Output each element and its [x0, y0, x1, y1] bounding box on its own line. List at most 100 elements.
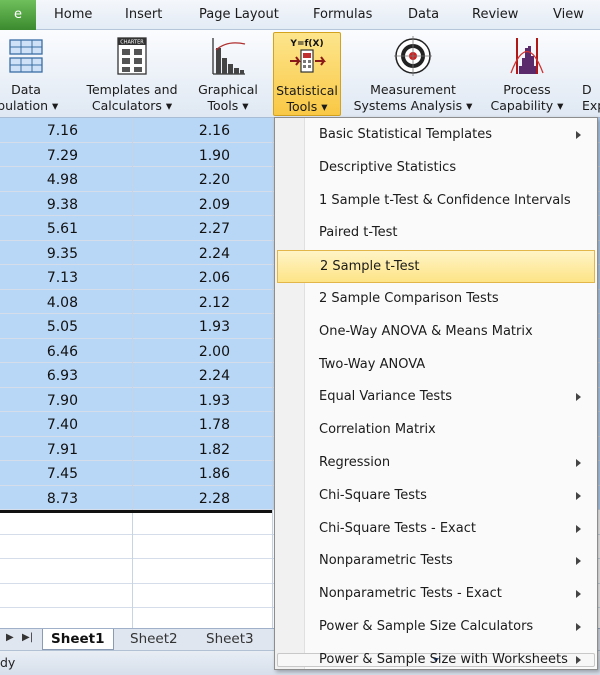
- cell-col-b[interactable]: 1.86: [140, 461, 230, 486]
- statistical-tools-button[interactable]: Y=f(X) Statistical Tools ▾: [273, 32, 341, 116]
- gridline: [132, 118, 133, 628]
- menu-item-equal-variance-tests[interactable]: Equal Variance Tests: [277, 381, 595, 414]
- submenu-arrow-icon: [576, 459, 581, 467]
- cell-col-a[interactable]: 7.29: [0, 143, 78, 168]
- menu-item-correlation-matrix[interactable]: Correlation Matrix: [277, 414, 595, 447]
- menu-item-chi-square-tests-exact[interactable]: Chi-Square Tests - Exact: [277, 513, 595, 546]
- cell-col-a[interactable]: 4.08: [0, 290, 78, 315]
- cell-col-a[interactable]: 7.45: [0, 461, 78, 486]
- cell-col-a[interactable]: 4.98: [0, 167, 78, 192]
- menu-item-label: Power & Sample Size Calculators: [319, 619, 534, 634]
- statistical-label-1: Statistical: [276, 83, 338, 98]
- menu-item-2-sample-t-test[interactable]: 2 Sample t-Test: [277, 250, 595, 283]
- yfx-function-icon: Y=f(X): [289, 39, 326, 73]
- cell-col-b[interactable]: 2.20: [140, 167, 230, 192]
- cell-col-b[interactable]: 1.93: [140, 314, 230, 339]
- submenu-arrow-icon: [576, 623, 581, 631]
- sheet-tab-sheet1[interactable]: Sheet1: [42, 629, 114, 650]
- doe-button[interactable]: D Exp: [580, 32, 600, 116]
- menu-item-nonparametric-tests[interactable]: Nonparametric Tests: [277, 545, 595, 578]
- status-text: dy: [0, 655, 16, 670]
- yfx-icon-text: Y=f(X): [289, 39, 323, 49]
- scroll-tabs-next-icon[interactable]: ▶: [6, 632, 14, 643]
- tab-page-layout[interactable]: Page Layout: [199, 0, 279, 30]
- menu-item-label: Basic Statistical Templates: [319, 127, 493, 142]
- cell-col-b[interactable]: 2.27: [140, 216, 230, 241]
- cell-col-a[interactable]: 7.13: [0, 265, 78, 290]
- tab-formulas[interactable]: Formulas: [313, 0, 372, 30]
- cell-col-a[interactable]: 8.73: [0, 486, 78, 511]
- graphical-tools-button[interactable]: Graphical Tools ▾: [190, 32, 266, 116]
- menu-item-paired-t-test[interactable]: Paired t-Test: [277, 217, 595, 250]
- process-capability-button[interactable]: Process Capability ▾: [485, 32, 569, 116]
- cell-col-b[interactable]: 2.00: [140, 339, 230, 364]
- menu-item-chi-square-tests[interactable]: Chi-Square Tests: [277, 480, 595, 513]
- menu-item-power-sample-size-calculators[interactable]: Power & Sample Size Calculators: [277, 611, 595, 644]
- templates-label-1: Templates and: [86, 82, 178, 97]
- tab-review[interactable]: Review: [472, 0, 518, 30]
- statistical-label-2: Tools: [286, 99, 318, 114]
- cell-col-a[interactable]: 6.93: [0, 363, 78, 388]
- cell-col-b[interactable]: 2.12: [140, 290, 230, 315]
- menu-item-power-sample-size-with-worksheets[interactable]: Power & Sample Size with Worksheets: [277, 644, 595, 675]
- submenu-arrow-icon: [576, 491, 581, 500]
- cell-col-b[interactable]: 2.28: [140, 486, 230, 511]
- menu-item-label: Descriptive Statistics: [319, 159, 457, 175]
- menu-item-label: Paired t-Test: [319, 225, 398, 241]
- ribbon-tab-row: e Home Insert Page Layout Formulas Data …: [0, 0, 600, 30]
- gridline: [272, 118, 273, 628]
- msa-label-2: Systems Analysis: [353, 98, 463, 113]
- cell-col-a[interactable]: 9.38: [0, 192, 78, 217]
- process-label-1: Process: [503, 82, 551, 97]
- cell-col-a[interactable]: 5.05: [0, 314, 78, 339]
- menu-item-one-way-anova-means-matrix[interactable]: One-Way ANOVA & Means Matrix: [277, 316, 595, 349]
- menu-item-nonparametric-tests-exact[interactable]: Nonparametric Tests - Exact: [277, 578, 595, 611]
- menu-item-label: Correlation Matrix: [319, 422, 436, 438]
- menu-item-label: Nonparametric Tests: [319, 553, 453, 569]
- templates-calculators-button[interactable]: CHARTER Templates and Calculators ▾: [82, 32, 182, 116]
- sheet-tab-sheet2[interactable]: Sheet2: [122, 629, 186, 650]
- target-icon: [394, 36, 432, 76]
- menu-item-descriptive-statistics[interactable]: Descriptive Statistics: [277, 152, 595, 185]
- file-tab[interactable]: e: [0, 0, 36, 30]
- cell-col-a[interactable]: 7.16: [0, 118, 78, 143]
- menu-item-label: 2 Sample Comparison Tests: [319, 291, 499, 306]
- process-label-2: Capability: [490, 98, 554, 113]
- tab-insert[interactable]: Insert: [125, 0, 162, 30]
- msa-label-1: Measurement: [370, 82, 456, 97]
- data-manipulation-button[interactable]: Data ipulation ▾: [0, 32, 66, 116]
- cell-col-b[interactable]: 2.24: [140, 241, 230, 266]
- cell-col-a[interactable]: 7.91: [0, 437, 78, 462]
- cell-col-a[interactable]: 7.90: [0, 388, 78, 413]
- cell-col-b[interactable]: 1.78: [140, 412, 230, 437]
- tab-data[interactable]: Data: [408, 0, 439, 30]
- menu-item-regression[interactable]: Regression: [277, 447, 595, 480]
- menu-item-2-sample-comparison-tests[interactable]: 2 Sample Comparison Tests: [277, 283, 595, 316]
- templates-label-2: Calculators: [91, 98, 162, 113]
- menu-item-two-way-anova[interactable]: Two-Way ANOVA: [277, 349, 595, 382]
- sheet-tab-sheet3[interactable]: Sheet3: [198, 629, 262, 650]
- cell-col-b[interactable]: 2.24: [140, 363, 230, 388]
- cell-col-b[interactable]: 2.16: [140, 118, 230, 143]
- cell-col-a[interactable]: 7.40: [0, 412, 78, 437]
- menu-item-label: Nonparametric Tests - Exact: [319, 586, 502, 602]
- tab-home[interactable]: Home: [54, 0, 92, 30]
- cell-col-b[interactable]: 1.93: [140, 388, 230, 413]
- submenu-arrow-icon: [576, 590, 581, 599]
- menu-item-1-sample-t-test-confidence-intervals[interactable]: 1 Sample t-Test & Confidence Intervals: [277, 185, 595, 218]
- cell-col-b[interactable]: 2.06: [140, 265, 230, 290]
- cell-col-a[interactable]: 6.46: [0, 339, 78, 364]
- menu-item-basic-statistical-templates[interactable]: Basic Statistical Templates: [277, 119, 595, 152]
- cell-col-b[interactable]: 1.82: [140, 437, 230, 462]
- tab-view[interactable]: View: [553, 0, 584, 30]
- measurement-systems-button[interactable]: Measurement Systems Analysis ▾: [352, 32, 474, 116]
- scroll-tabs-last-icon[interactable]: ▶|: [22, 632, 33, 643]
- cell-col-a[interactable]: 5.61: [0, 216, 78, 241]
- cell-col-b[interactable]: 1.90: [140, 143, 230, 168]
- graphical-label-1: Graphical: [198, 82, 258, 97]
- doe-label-1: D: [582, 82, 592, 97]
- cell-col-a[interactable]: 9.35: [0, 241, 78, 266]
- submenu-arrow-icon: [576, 131, 581, 139]
- cell-col-b[interactable]: 2.09: [140, 192, 230, 217]
- submenu-arrow-icon: [576, 393, 581, 402]
